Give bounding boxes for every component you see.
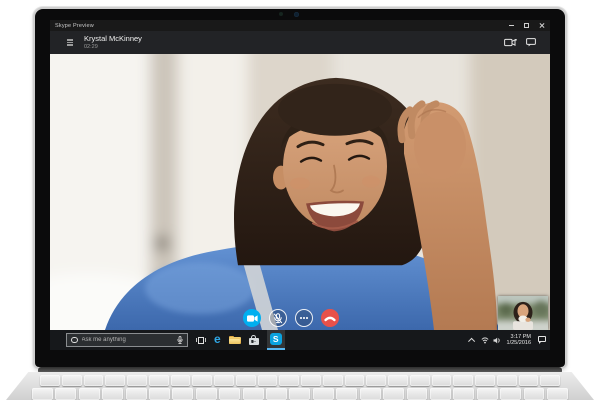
tray-date: 1/25/2016 [506, 340, 531, 346]
self-video-preview[interactable] [498, 296, 548, 330]
file-explorer-icon[interactable] [228, 335, 241, 345]
keyboard-row [32, 388, 568, 400]
network-icon[interactable] [481, 336, 489, 344]
app-title: Skype Preview [55, 22, 94, 29]
more-options-button[interactable] [295, 309, 313, 327]
call-controls [243, 309, 339, 327]
contact-name: Krystal McKinney [84, 34, 142, 43]
webcam-icon [24, 12, 554, 17]
menu-icon[interactable] [67, 39, 73, 46]
window-titlebar: Skype Preview [50, 20, 550, 31]
maximize-icon[interactable] [522, 20, 531, 31]
laptop-mockup: Skype Preview Krystal McKinney 02:29 Ask… [0, 0, 600, 400]
cortana-icon [71, 336, 78, 344]
keyboard-row [40, 375, 560, 386]
call-header-actions [504, 34, 536, 52]
screen: Skype Preview Krystal McKinney 02:29 Ask… [50, 20, 550, 350]
end-call-button[interactable] [321, 309, 339, 327]
search-input[interactable] [81, 337, 177, 343]
three-dots-icon [299, 317, 309, 319]
keyboard-deck [6, 372, 594, 400]
call-timer: 02:29 [84, 44, 98, 50]
call-header: Krystal McKinney 02:29 [50, 31, 550, 54]
skype-taskbar-icon[interactable]: S [266, 330, 285, 350]
microphone-icon[interactable] [177, 335, 183, 345]
close-icon[interactable] [537, 20, 546, 31]
chat-icon[interactable] [526, 34, 536, 52]
mute-button[interactable] [269, 309, 287, 327]
call-identity: Krystal McKinney 02:29 [84, 34, 142, 51]
system-tray: 3:17 PM 1/25/2016 [467, 334, 547, 346]
chevron-up-icon[interactable] [467, 337, 475, 345]
store-icon[interactable] [248, 335, 259, 345]
taskbar: e S 3:17 PM 1/25/2016 [50, 330, 550, 350]
video-button[interactable] [243, 309, 261, 327]
add-video-camera-icon[interactable] [504, 34, 517, 52]
window-controls [507, 20, 546, 31]
remote-video-feed [50, 54, 550, 330]
action-center-icon[interactable] [538, 336, 547, 344]
edge-icon[interactable]: e [214, 333, 221, 346]
tray-clock[interactable]: 3:17 PM 1/25/2016 [507, 334, 531, 346]
cortana-search-box[interactable] [66, 333, 188, 347]
task-view-button[interactable] [196, 336, 206, 344]
minimize-icon[interactable] [507, 20, 516, 31]
volume-icon[interactable] [493, 337, 501, 344]
